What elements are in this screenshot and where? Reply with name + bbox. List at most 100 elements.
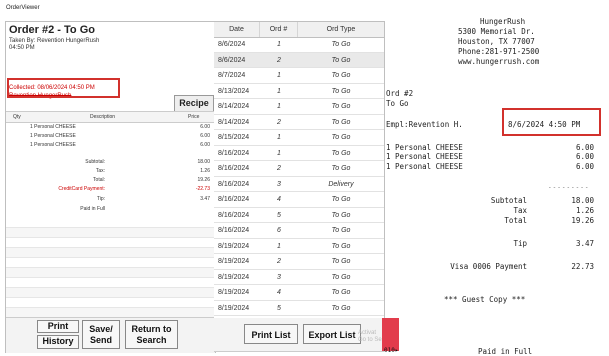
- total-value: 19.26: [197, 177, 210, 183]
- print-list-button[interactable]: Print List: [244, 324, 298, 344]
- line-item[interactable]: 1 Personal CHEESE 6.00: [6, 132, 215, 140]
- receipt-tax-value: 1.26: [575, 206, 594, 215]
- row-order-type: To Go: [331, 56, 351, 64]
- empty-row: [6, 288, 215, 298]
- table-row[interactable]: 8/6/2024 2 To Go: [214, 52, 384, 68]
- tip-value: 3.47: [200, 196, 210, 202]
- table-row[interactable]: 8/6/2024 1 To Go: [214, 37, 384, 53]
- row-order-type: To Go: [331, 118, 351, 126]
- row-order-number: 2: [277, 118, 281, 126]
- recipe-button[interactable]: Recipe: [174, 95, 214, 112]
- receipt-item-price: 6.00: [575, 162, 594, 171]
- table-row[interactable]: 8/19/2024 5 To Go: [214, 301, 384, 316]
- save-send-button[interactable]: Save/ Send: [82, 320, 120, 349]
- payment-label: CreditCard Payment:: [58, 186, 105, 192]
- price-header: Price: [188, 114, 200, 120]
- table-row[interactable]: 8/16/2024 3 Delivery: [214, 177, 384, 192]
- row-date: 8/19/2024: [218, 258, 250, 265]
- receipt-subtotal-value: 18.00: [571, 196, 594, 205]
- row-order-number: 3: [277, 180, 281, 188]
- empty-row: [6, 238, 215, 248]
- row-date: 8/7/2024: [218, 72, 246, 79]
- table-row[interactable]: 8/15/2024 1 To Go: [214, 130, 384, 146]
- receipt-divider: ---------: [548, 184, 590, 191]
- line-item[interactable]: 1 Personal CHEESE 6.00: [6, 141, 215, 149]
- table-row[interactable]: 8/16/2024 6 To Go: [214, 223, 384, 239]
- table-row[interactable]: 8/16/2024 2 To Go: [214, 161, 384, 177]
- row-order-number: 2: [277, 56, 281, 64]
- row-date: 8/6/2024: [218, 56, 246, 64]
- row-order-type: To Go: [331, 196, 351, 203]
- export-list-button[interactable]: Export List: [303, 324, 361, 344]
- row-order-number: 4: [277, 289, 281, 296]
- table-row[interactable]: 8/16/2024 1 To Go: [214, 146, 384, 161]
- print-button[interactable]: Print: [37, 320, 79, 333]
- row-order-type: To Go: [331, 134, 351, 141]
- row-date: 8/19/2024: [218, 273, 250, 281]
- table-row[interactable]: 8/7/2024 1 To Go: [214, 68, 384, 84]
- row-date: 8/19/2024: [218, 289, 250, 296]
- row-order-type: To Go: [331, 304, 351, 312]
- table-row[interactable]: 8/19/2024 1 To Go: [214, 239, 384, 254]
- row-order-type: To Go: [331, 41, 351, 48]
- table-row[interactable]: 8/14/2024 1 To Go: [214, 99, 384, 115]
- subtotal-value: 18.00: [197, 159, 210, 165]
- row-order-type: To Go: [331, 211, 351, 219]
- datetime-highlight-box: [502, 108, 601, 136]
- footer-mark: 010▸: [384, 347, 399, 354]
- row-order-number: 1: [277, 87, 281, 95]
- type-column-header[interactable]: Ord Type: [298, 22, 384, 37]
- receipt-city: Houston, TX 77007: [458, 37, 535, 46]
- table-row[interactable]: 8/16/2024 5 To Go: [214, 208, 384, 223]
- row-order-number: 1: [277, 134, 281, 141]
- row-order-number: 1: [277, 72, 281, 79]
- row-date: 8/16/2024: [218, 165, 250, 172]
- subtotal-label: Subtotal:: [85, 159, 105, 165]
- table-row[interactable]: 8/19/2024 3 To Go: [214, 270, 384, 285]
- line-item[interactable]: 1 Personal CHEESE 6.00: [6, 123, 215, 131]
- receipt-total-label: Total: [504, 216, 527, 225]
- row-order-type: To Go: [331, 87, 351, 95]
- row-date: 8/16/2024: [218, 196, 250, 203]
- line-item-price: 6.00: [200, 133, 210, 139]
- empty-row: [6, 218, 215, 228]
- row-date: 8/15/2024: [218, 134, 250, 141]
- table-row[interactable]: 8/19/2024 2 To Go: [214, 254, 384, 270]
- return-to-search-button[interactable]: Return to Search: [125, 320, 178, 349]
- row-order-number: 2: [277, 165, 281, 172]
- order-time: 04:50 PM: [9, 45, 35, 51]
- row-date: 8/16/2024: [218, 227, 250, 234]
- order-detail-panel: Order #2 - To Go Taken By: Revention Hun…: [5, 21, 216, 353]
- table-row[interactable]: 8/13/2024 1 To Go: [214, 84, 384, 99]
- row-order-number: 1: [277, 149, 281, 157]
- line-item-name: 1 Personal CHEESE: [30, 133, 76, 139]
- row-date: 8/19/2024: [218, 304, 250, 312]
- payment-row: CreditCard Payment: -22.73: [6, 186, 215, 194]
- tax-label: Tax:: [95, 168, 105, 174]
- receipt-address: 5300 Memorial Dr.: [458, 27, 535, 36]
- order-title: Order #2 - To Go: [9, 24, 95, 36]
- receipt-tip-value: 3.47: [575, 239, 594, 248]
- date-column-header[interactable]: Date: [214, 22, 260, 37]
- row-date: 8/16/2024: [218, 149, 250, 157]
- table-row[interactable]: 8/16/2024 4 To Go: [214, 192, 384, 208]
- items-header: Qty Description Price: [6, 111, 215, 123]
- row-order-type: To Go: [331, 289, 351, 296]
- table-row[interactable]: 8/19/2024 4 To Go: [214, 285, 384, 301]
- table-row[interactable]: 8/14/2024 2 To Go: [214, 115, 384, 130]
- history-button[interactable]: History: [37, 335, 79, 349]
- paid-row: Paid in Full: [6, 206, 215, 214]
- receipt-paid: Paid in Full: [478, 347, 533, 356]
- row-order-type: To Go: [331, 72, 351, 79]
- row-order-number: 5: [277, 211, 281, 219]
- line-item-name: 1 Personal CHEESE: [30, 142, 76, 148]
- tip-row: Tip: 3.47: [6, 196, 215, 204]
- row-order-type: To Go: [331, 149, 351, 157]
- payment-value: -22.73: [195, 186, 210, 192]
- ord-column-header[interactable]: Ord #: [260, 22, 298, 37]
- description-header: Description: [90, 114, 116, 120]
- line-item-name: 1 Personal CHEESE: [30, 124, 76, 130]
- total-row: Total: 19.26: [6, 177, 215, 185]
- receipt-item-price: 6.00: [575, 143, 594, 152]
- row-order-type: To Go: [331, 165, 351, 172]
